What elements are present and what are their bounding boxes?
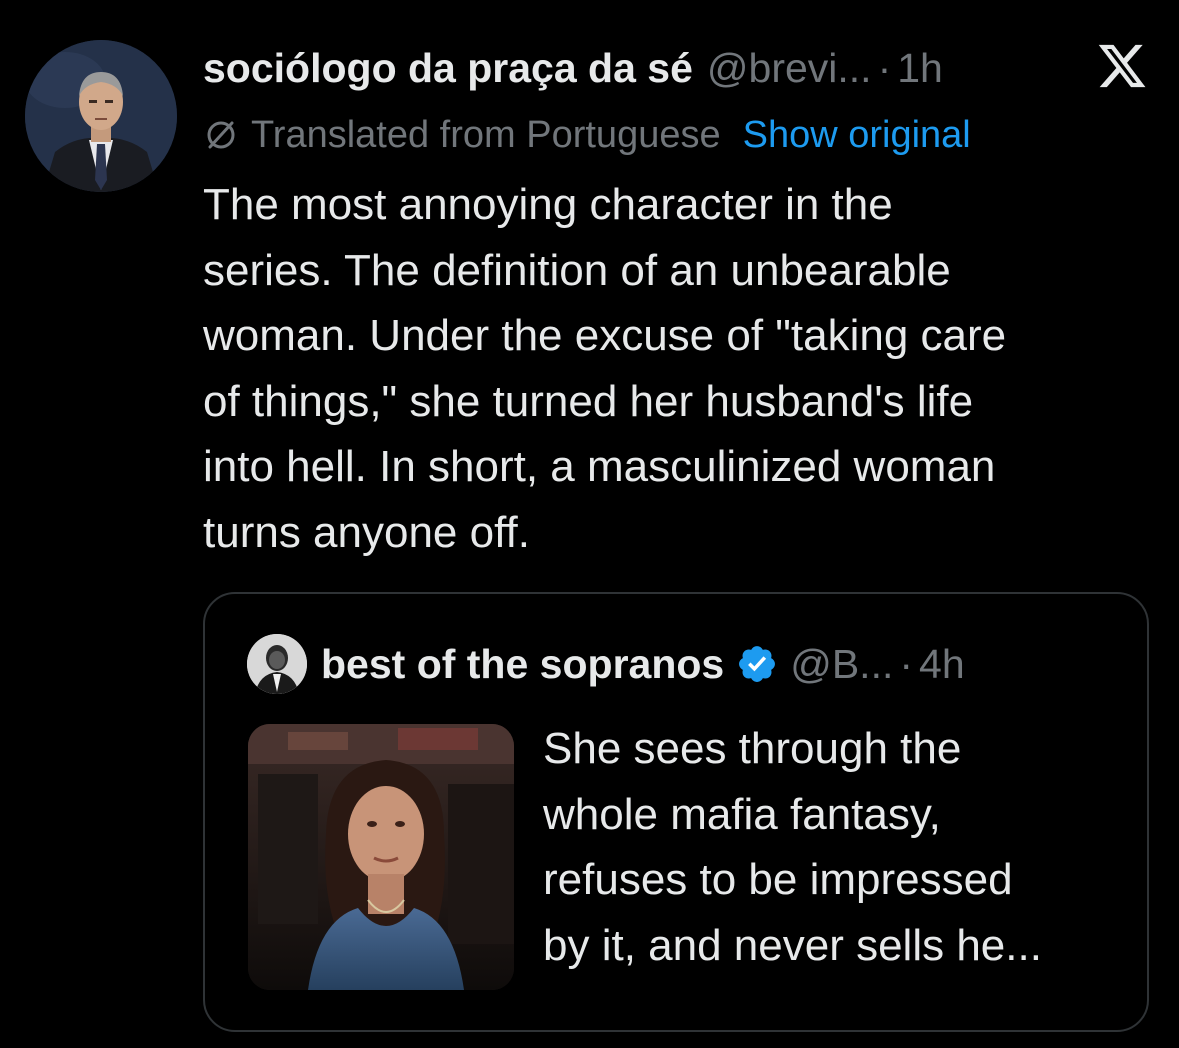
tweet-text-line: of things," she turned her husband's lif… (203, 376, 974, 426)
author-avatar[interactable] (25, 40, 177, 192)
tweet[interactable]: sociólogo da praça da sé @brevi... · 1h … (0, 0, 1179, 1048)
quoted-author-handle[interactable]: @B... (790, 641, 893, 688)
verified-badge-icon (739, 646, 776, 682)
quoted-text-line: whole mafia fantasy, (543, 789, 941, 839)
quoted-text-line: She sees through the (543, 724, 962, 773)
author-display-name[interactable]: sociólogo da praça da sé (203, 45, 693, 92)
quoted-tweet-text: She sees through the whole mafia fantasy… (543, 716, 1133, 978)
translation-notice: Translated from Portuguese Show original (203, 110, 971, 160)
quoted-text-line: refuses to be impressed (543, 855, 1013, 904)
tweet-timestamp[interactable]: 1h (897, 45, 943, 92)
tweet-text-line: The most annoying character in the (203, 180, 893, 229)
tweet-text-line: series. The definition of an unbearable (203, 245, 951, 295)
tweet-text: The most annoying character in the serie… (203, 172, 1153, 565)
tweet-text-line: woman. Under the excuse of "taking care (203, 311, 1007, 360)
quoted-header-separator: · (899, 640, 914, 687)
show-original-link[interactable]: Show original (743, 114, 971, 157)
translated-label: Translated from Portuguese (251, 113, 721, 156)
tweet-text-line: turns anyone off. (203, 507, 530, 557)
author-handle[interactable]: @brevi... (707, 45, 872, 92)
header-separator: · (877, 44, 892, 91)
translate-icon (207, 121, 235, 149)
quoted-author-avatar[interactable] (247, 634, 307, 694)
quoted-tweet-timestamp[interactable]: 4h (919, 641, 965, 688)
quoted-tweet[interactable]: best of the sopranos @B... · 4h She sees… (203, 592, 1149, 1032)
quoted-text-line: by it, and never sells he... (543, 920, 1042, 970)
quoted-tweet-image[interactable] (248, 724, 514, 990)
quoted-author-display-name[interactable]: best of the sopranos (321, 641, 724, 688)
x-logo-icon (1098, 44, 1146, 88)
quoted-tweet-header: best of the sopranos @B... · 4h (321, 634, 965, 694)
tweet-header: sociólogo da praça da sé @brevi... · 1h (203, 38, 943, 98)
tweet-text-line: into hell. In short, a masculinized woma… (203, 442, 996, 491)
